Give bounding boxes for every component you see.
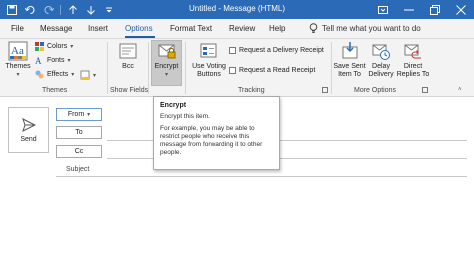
bcc-label: Bcc — [122, 63, 134, 70]
save-sent-label-1: Save Sent — [333, 63, 366, 70]
tell-me-box[interactable]: Tell me what you want to do — [309, 23, 421, 34]
themes-label: Themes — [5, 63, 31, 70]
direct-label-1: Direct — [403, 63, 423, 70]
tab-message[interactable]: Message — [40, 24, 72, 33]
chevron-down-icon: ▾ — [70, 44, 74, 50]
encrypt-button[interactable]: Encrypt ▾ — [153, 41, 180, 79]
voting-label-1: Use Voting — [192, 63, 226, 70]
group-separator — [148, 42, 149, 94]
effects-icon — [35, 70, 44, 79]
subject-input[interactable] — [56, 176, 467, 177]
from-button[interactable]: From ▾ — [56, 108, 102, 121]
to-label: To — [75, 129, 83, 136]
themes-button[interactable]: Aa Themes ▾ — [5, 41, 31, 79]
cc-label: Cc — [74, 148, 84, 155]
send-icon — [21, 117, 36, 132]
chevron-down-icon: ▾ — [93, 72, 97, 79]
tooltip-title: Encrypt — [160, 102, 187, 109]
read-receipt-label: Request a Read Receipt — [239, 67, 316, 74]
save-sent-item-to-button[interactable]: Save Sent Item To — [333, 41, 366, 79]
group-separator — [185, 42, 186, 94]
group-separator — [331, 42, 332, 94]
colors-label: Colors — [47, 43, 68, 50]
bcc-icon — [118, 41, 138, 61]
read-receipt-checkbox-box[interactable] — [229, 67, 236, 74]
tab-review[interactable]: Review — [229, 24, 255, 33]
active-tab-indicator — [125, 36, 155, 38]
cc-button[interactable]: Cc — [56, 145, 102, 158]
chevron-up-icon: ˄ — [458, 87, 462, 93]
title-bar: Untitled - Message (HTML) — [0, 0, 474, 19]
close-icon[interactable] — [448, 0, 474, 19]
voting-label-2: Buttons — [197, 71, 221, 78]
group-label-more-options: More Options — [354, 87, 397, 94]
chevron-down-icon: ▾ — [87, 112, 91, 118]
chevron-down-icon: ▾ — [16, 72, 20, 78]
tell-me-label: Tell me what you want to do — [322, 24, 421, 33]
encrypt-tooltip: Encrypt Encrypt this item. For example, … — [153, 96, 280, 170]
page-color-button[interactable]: ▾ — [80, 70, 96, 80]
tab-file[interactable]: File — [11, 24, 24, 33]
bcc-button[interactable]: Bcc — [113, 41, 143, 71]
lightbulb-icon — [309, 23, 318, 33]
effects-button[interactable]: Effects ▾ — [35, 70, 74, 79]
more-options-dialog-launcher-icon[interactable] — [422, 87, 428, 93]
group-label-show-fields: Show Fields — [110, 87, 149, 94]
page-color-icon — [80, 70, 90, 80]
send-label: Send — [20, 135, 37, 143]
from-label: From — [67, 111, 85, 118]
minimize-icon[interactable] — [396, 0, 422, 19]
ribbon-tabs: File Message Insert Options Format Text … — [0, 19, 474, 39]
restore-icon[interactable] — [422, 0, 448, 19]
ribbon-display-icon[interactable] — [370, 0, 396, 19]
window-controls — [370, 0, 474, 19]
direct-replies-icon — [403, 41, 423, 61]
direct-label-2: Replies To — [396, 71, 430, 78]
chevron-down-icon: ▾ — [164, 72, 168, 78]
delay-label-2: Delivery — [368, 71, 394, 78]
themes-icon: Aa — [8, 41, 28, 61]
svg-text:A: A — [35, 56, 42, 65]
tab-options[interactable]: Options — [125, 24, 153, 33]
request-read-receipt-checkbox[interactable]: Request a Read Receipt — [229, 67, 315, 74]
group-label-tracking: Tracking — [238, 87, 265, 94]
colors-icon — [35, 42, 44, 51]
encrypt-label: Encrypt — [154, 63, 179, 70]
fonts-label: Fonts — [47, 57, 65, 64]
colors-button[interactable]: Colors ▾ — [35, 42, 73, 51]
tooltip-line-2: For example, you may be able to restrict… — [160, 125, 263, 156]
delivery-receipt-checkbox-box[interactable] — [229, 47, 236, 54]
ribbon: Aa Themes ▾ Colors ▾ A Fonts ▾ Effects ▾… — [0, 39, 474, 97]
delivery-receipt-label: Request a Delivery Receipt — [239, 47, 324, 54]
direct-replies-to-button[interactable]: Direct Replies To — [396, 41, 430, 79]
save-sent-label-2: Item To — [338, 71, 361, 78]
collapse-ribbon-button[interactable]: ˄ — [458, 87, 462, 93]
chevron-down-icon: ▾ — [67, 58, 71, 64]
use-voting-buttons-button[interactable]: Use Voting Buttons — [189, 41, 229, 79]
tracking-dialog-launcher-icon[interactable] — [322, 87, 328, 93]
tab-format-text[interactable]: Format Text — [170, 24, 212, 33]
subject-label: Subject — [66, 166, 90, 173]
tab-insert[interactable]: Insert — [88, 24, 108, 33]
tab-help[interactable]: Help — [269, 24, 285, 33]
to-button[interactable]: To — [56, 126, 102, 139]
chevron-down-icon: ▾ — [71, 72, 75, 78]
delay-delivery-icon — [371, 41, 391, 61]
group-separator — [107, 42, 108, 94]
delay-label-1: Delay — [372, 63, 390, 70]
effects-label: Effects — [47, 71, 69, 78]
fonts-icon: A — [35, 56, 42, 65]
fonts-button[interactable]: A Fonts ▾ — [35, 56, 71, 65]
group-label-themes: Themes — [42, 87, 68, 94]
delay-delivery-button[interactable]: Delay Delivery — [366, 41, 396, 79]
request-delivery-receipt-checkbox[interactable]: Request a Delivery Receipt — [229, 47, 324, 54]
send-button[interactable]: Send — [8, 107, 49, 153]
svg-text:Aa: Aa — [11, 45, 24, 57]
folder-save-icon — [340, 41, 360, 61]
tooltip-line-1: Encrypt this item. — [160, 113, 210, 120]
lock-icon — [157, 41, 177, 61]
voting-icon — [199, 41, 219, 61]
